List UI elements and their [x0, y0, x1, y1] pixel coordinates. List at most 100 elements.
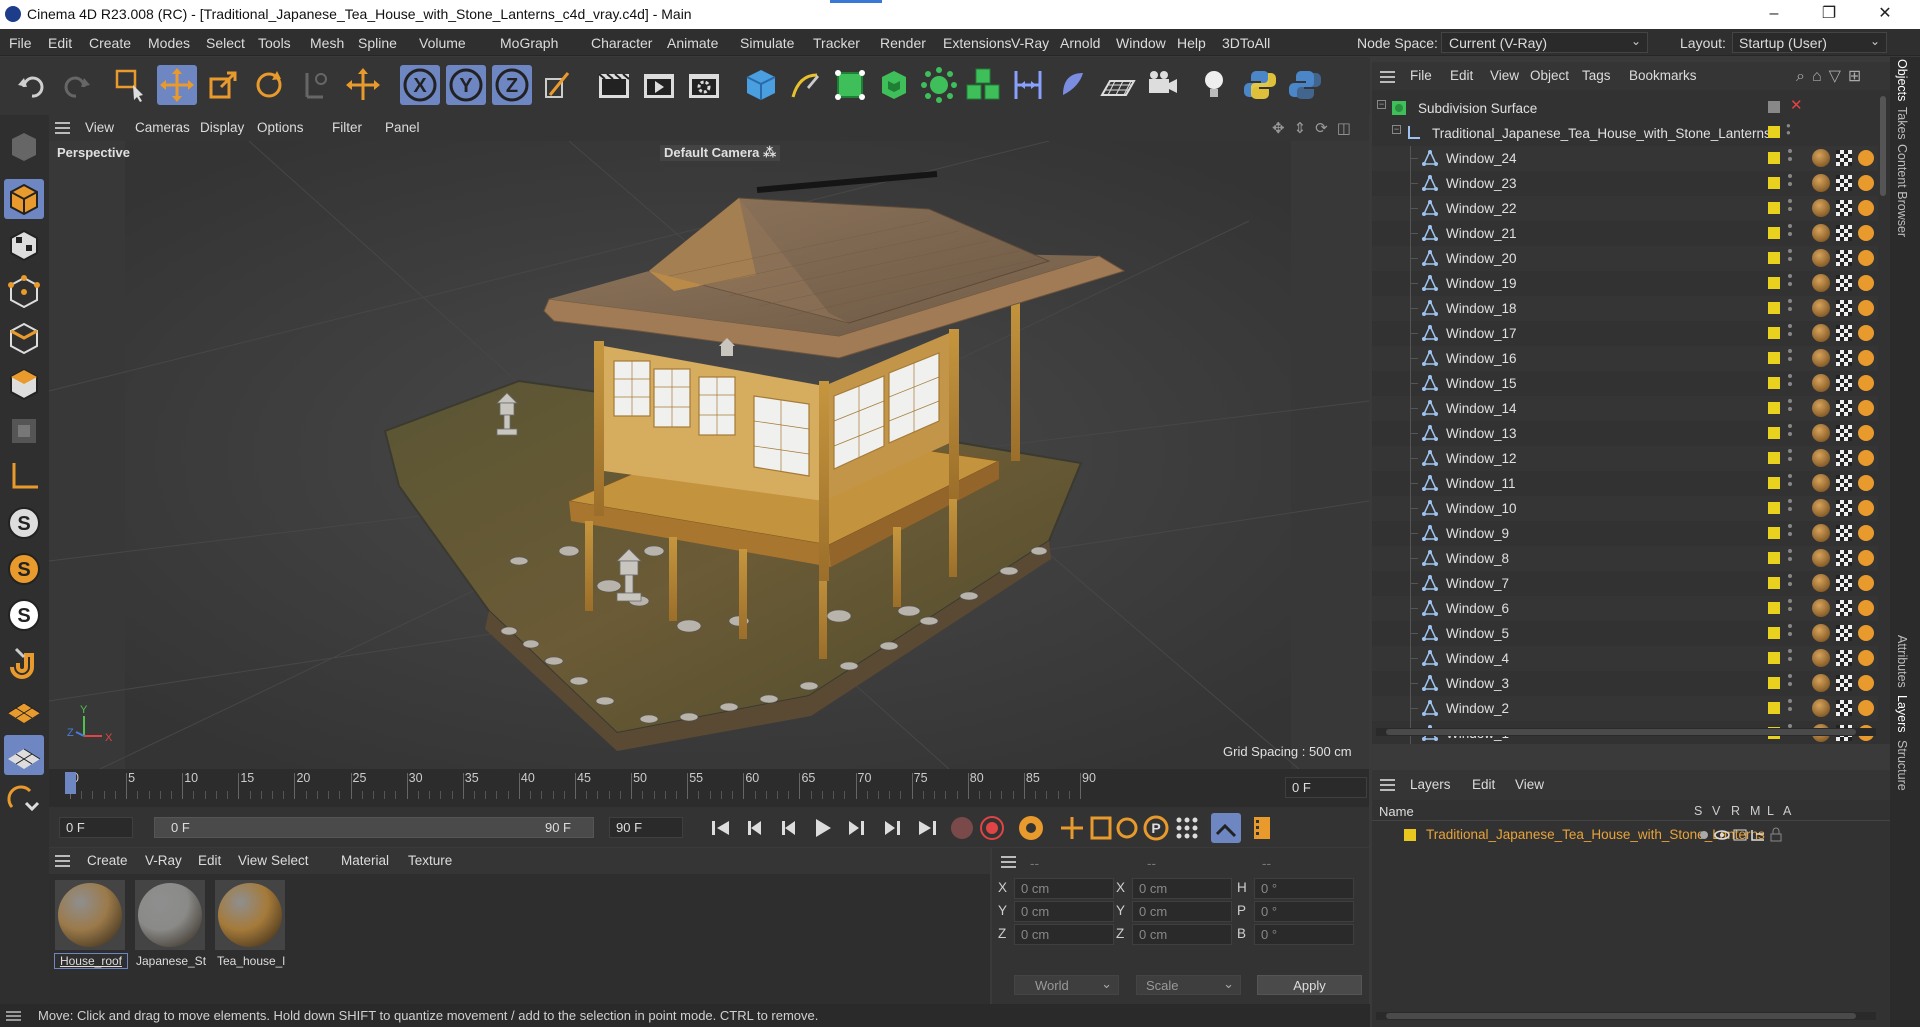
- material-tag-icon[interactable]: [1812, 524, 1830, 542]
- object-row[interactable]: Window_21: [1372, 221, 1878, 246]
- y-axis-icon[interactable]: Y: [446, 65, 486, 105]
- object-menu-bookmarks[interactable]: Bookmarks: [1629, 68, 1697, 83]
- collapse-icon[interactable]: −: [1392, 125, 1401, 134]
- material-tag-icon[interactable]: [1812, 224, 1830, 242]
- material-menu-edit[interactable]: Edit: [198, 853, 221, 868]
- object-row[interactable]: Window_13: [1372, 421, 1878, 446]
- menu-render[interactable]: Render: [880, 35, 926, 51]
- solo-hierarchy-icon[interactable]: S: [4, 549, 44, 589]
- menu-arnold[interactable]: Arnold: [1060, 35, 1100, 51]
- material-tag-icon[interactable]: [1812, 299, 1830, 317]
- object-row[interactable]: Window_20: [1372, 246, 1878, 271]
- object-row[interactable]: Window_18: [1372, 296, 1878, 321]
- make-editable-icon[interactable]: [4, 127, 44, 167]
- texture-tag-icon[interactable]: [1836, 250, 1852, 266]
- menu-file[interactable]: File: [9, 35, 32, 51]
- menu-mograph[interactable]: MoGraph: [500, 35, 558, 51]
- visibility-dots-icon[interactable]: [1788, 199, 1792, 203]
- menu-edit[interactable]: Edit: [48, 35, 72, 51]
- menu-select[interactable]: Select: [206, 35, 245, 51]
- size-mode-dropdown[interactable]: Scale ⌄: [1136, 975, 1241, 995]
- object-row[interactable]: Window_14: [1372, 396, 1878, 421]
- render-region-icon[interactable]: [594, 65, 634, 105]
- viewport-menu-display[interactable]: Display: [200, 120, 244, 135]
- render-view-icon[interactable]: [639, 65, 679, 105]
- uv-mode-icon[interactable]: [4, 411, 44, 451]
- object-row[interactable]: Window_4: [1372, 646, 1878, 671]
- minimize-button[interactable]: –: [1751, 0, 1797, 29]
- material-menu-create[interactable]: Create: [87, 853, 128, 868]
- texture-tag-icon[interactable]: [1836, 150, 1852, 166]
- node-space-dropdown[interactable]: Current (V-Ray) ⌄: [1441, 32, 1648, 53]
- object-menu-tags[interactable]: Tags: [1582, 68, 1611, 83]
- texture-tag-icon[interactable]: [1836, 700, 1852, 716]
- texture-tag-icon[interactable]: [1836, 600, 1852, 616]
- material-tag-icon[interactable]: [1812, 374, 1830, 392]
- material-tag-icon[interactable]: [1858, 300, 1874, 316]
- coord-rot-b-field[interactable]: 0 °: [1254, 924, 1354, 945]
- cube-icon[interactable]: [741, 65, 781, 105]
- layer-tag-icon[interactable]: [1768, 202, 1780, 214]
- coord-size-z-field[interactable]: 0 cm: [1132, 924, 1232, 945]
- disabled-icon[interactable]: ✕: [1790, 96, 1803, 114]
- object-menu-file[interactable]: File: [1410, 68, 1432, 83]
- material-tag-icon[interactable]: [1858, 325, 1874, 341]
- visibility-dots-icon[interactable]: [1788, 399, 1792, 403]
- material-tag-icon[interactable]: [1812, 649, 1830, 667]
- material-tag-icon[interactable]: [1812, 274, 1830, 292]
- material-tag-icon[interactable]: [1812, 199, 1830, 217]
- material-tag-icon[interactable]: [1812, 574, 1830, 592]
- python-icon[interactable]: [1240, 65, 1280, 105]
- object-row[interactable]: Window_5: [1372, 621, 1878, 646]
- object-row[interactable]: Window_11: [1372, 471, 1878, 496]
- menu-volume[interactable]: Volume: [419, 35, 466, 51]
- object-row[interactable]: Window_2: [1372, 696, 1878, 721]
- object-row[interactable]: Window_8: [1372, 546, 1878, 571]
- coord-size-y-field[interactable]: 0 cm: [1132, 901, 1232, 922]
- object-row-group[interactable]: − Traditional_Japanese_Tea_House_with_St…: [1372, 121, 1878, 146]
- 3d-viewport[interactable]: Perspective Default Camera ⁂ Grid Spacin…: [49, 141, 1369, 769]
- layer-tag-icon[interactable]: [1768, 252, 1780, 264]
- side-tab-attributes[interactable]: Attributes: [1895, 635, 1909, 688]
- floor-icon[interactable]: [1098, 65, 1138, 105]
- layer-tag-icon[interactable]: [1768, 277, 1780, 289]
- close-button[interactable]: ✕: [1862, 0, 1908, 29]
- workplane-icon[interactable]: [4, 689, 44, 729]
- layer-tag-icon[interactable]: [1768, 327, 1780, 339]
- menu-3dtoall[interactable]: 3DToAll: [1222, 35, 1270, 51]
- menu-window[interactable]: Window: [1116, 35, 1166, 51]
- texture-tag-icon[interactable]: [1836, 525, 1852, 541]
- object-row[interactable]: Window_7: [1372, 571, 1878, 596]
- layer-tag-icon[interactable]: [1768, 402, 1780, 414]
- texture-tag-icon[interactable]: [1836, 425, 1852, 441]
- light-icon[interactable]: [1194, 65, 1234, 105]
- object-row[interactable]: Window_24: [1372, 146, 1878, 171]
- material-swatch[interactable]: Japanese_St: [133, 878, 207, 973]
- texture-tag-icon[interactable]: [1836, 575, 1852, 591]
- texture-tag-icon[interactable]: [1836, 350, 1852, 366]
- hamburger-icon[interactable]: [1380, 779, 1395, 781]
- material-tag-icon[interactable]: [1858, 550, 1874, 566]
- playhead[interactable]: [65, 772, 76, 794]
- layer-color-swatch[interactable]: [1404, 829, 1416, 841]
- texture-tag-icon[interactable]: [1836, 550, 1852, 566]
- side-tab-structure[interactable]: Structure: [1895, 740, 1909, 791]
- layer-menu-edit[interactable]: Edit: [1472, 777, 1495, 792]
- texture-tag-icon[interactable]: [1836, 175, 1852, 191]
- texture-tag-icon[interactable]: [1836, 650, 1852, 666]
- coord-size-x-field[interactable]: 0 cm: [1132, 878, 1232, 899]
- visibility-dots-icon[interactable]: [1788, 449, 1792, 453]
- object-row[interactable]: Window_10: [1372, 496, 1878, 521]
- menu-modes[interactable]: Modes: [148, 35, 190, 51]
- solo-icon[interactable]: S: [4, 503, 44, 543]
- visibility-dots-icon[interactable]: [1788, 699, 1792, 703]
- visibility-dots-icon[interactable]: [1788, 474, 1792, 478]
- side-tab-content-browser[interactable]: Content Browser: [1895, 144, 1909, 237]
- menu-simulate[interactable]: Simulate: [740, 35, 794, 51]
- live-selection-icon[interactable]: [111, 65, 151, 105]
- material-tag-icon[interactable]: [1812, 399, 1830, 417]
- viewport-menu-filter[interactable]: Filter: [332, 120, 362, 135]
- viewport-nav-icons[interactable]: ✥⇕⟳◫: [1272, 119, 1360, 137]
- layer-tag-icon[interactable]: [1768, 452, 1780, 464]
- object-row[interactable]: Window_22: [1372, 196, 1878, 221]
